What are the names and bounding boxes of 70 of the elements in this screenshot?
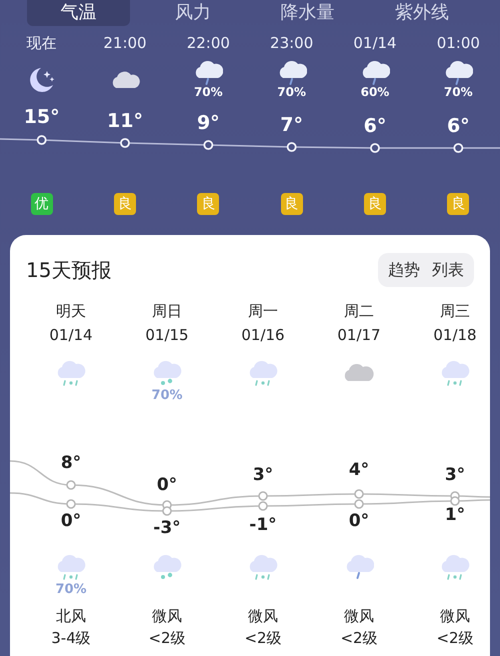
sleet-cloud-icon <box>439 553 471 583</box>
wind-level: <2级 <box>244 628 282 649</box>
day-label: 周二 <box>344 301 374 322</box>
air-quality-badge: 良 <box>364 193 386 215</box>
high-temperature: 4° <box>348 460 370 480</box>
day-label: 明天 <box>56 301 86 322</box>
hour-label: 22:00 <box>186 33 230 54</box>
wind-direction: 微风 <box>344 606 374 627</box>
temperature: 7° <box>280 114 304 137</box>
day-label: 周一 <box>248 301 278 322</box>
day-label: 周三 <box>440 301 470 322</box>
high-temperature: 0° <box>156 475 178 495</box>
precip-chance: 70% <box>277 85 306 99</box>
temperature: 6° <box>446 115 470 137</box>
air-quality-badge: 良 <box>114 193 136 215</box>
day-label: 周日 <box>152 301 182 322</box>
precip-chance: 70% <box>151 389 183 403</box>
air-quality-badge: 优 <box>30 193 53 215</box>
sleet-cloud-icon <box>55 359 87 389</box>
rain-cloud-icon <box>344 553 374 581</box>
low-temperature: 0° <box>60 511 82 531</box>
high-temperature: 3° <box>444 465 466 485</box>
wind-level: <2级 <box>436 628 474 649</box>
precip-chance: 70% <box>444 85 473 99</box>
hour-label: 01/14 <box>353 33 397 54</box>
air-quality-badge: 良 <box>280 193 303 215</box>
precip-chance: 70% <box>55 583 87 597</box>
temperature: 11° <box>107 110 143 134</box>
date-label: 01/14 <box>49 325 93 346</box>
low-temperature: 1° <box>444 505 466 525</box>
view-option[interactable]: 趋势 <box>382 258 426 282</box>
tab[interactable]: 紫外线 <box>370 0 473 26</box>
wind-level: 3-4级 <box>51 628 91 649</box>
wind-direction: 微风 <box>248 606 278 627</box>
low-temperature: 0° <box>348 511 370 531</box>
sleet-cloud-icon <box>247 553 279 583</box>
view-option[interactable]: 列表 <box>426 258 470 282</box>
precip-chance: 60% <box>360 85 390 99</box>
low-temperature: -3° <box>152 518 182 538</box>
hour-label: 23:00 <box>270 33 314 54</box>
tab[interactable]: 降水量 <box>256 0 358 26</box>
high-temperature: 3° <box>252 465 274 485</box>
date-label: 01/16 <box>241 325 285 346</box>
air-quality-badge: 良 <box>197 193 220 215</box>
rain-cloud-icon <box>443 59 474 87</box>
sleet-cloud-icon <box>247 359 279 389</box>
wind-direction: 北风 <box>56 606 86 627</box>
hour-label: 现在 <box>26 33 57 54</box>
sleet-cloud-icon <box>439 359 471 389</box>
precip-chance: 70% <box>194 85 223 99</box>
sleet-cloud-icon <box>55 553 87 583</box>
card-title: 15天预报 <box>26 257 112 284</box>
wind-level: <2级 <box>148 628 186 649</box>
temperature: 6° <box>364 115 386 137</box>
temperature: 15° <box>24 106 60 130</box>
tab[interactable]: 气温 <box>27 0 130 26</box>
air-quality-badge: 良 <box>447 193 470 215</box>
hour-label: 01:00 <box>436 33 480 54</box>
high-temperature: 8° <box>60 453 82 473</box>
wind-level: <2级 <box>340 628 378 649</box>
rain-cloud-icon <box>193 59 224 87</box>
hour-label: 21:00 <box>103 33 147 54</box>
wind-direction: 微风 <box>152 606 182 627</box>
date-label: 01/15 <box>145 325 189 346</box>
wind-direction: 微风 <box>440 606 470 627</box>
low-temperature: -1° <box>248 515 278 535</box>
date-label: 01/17 <box>337 325 381 346</box>
date-label: 01/18 <box>433 325 477 346</box>
tab[interactable]: 风力 <box>142 0 244 26</box>
temperature: 9° <box>196 112 220 136</box>
